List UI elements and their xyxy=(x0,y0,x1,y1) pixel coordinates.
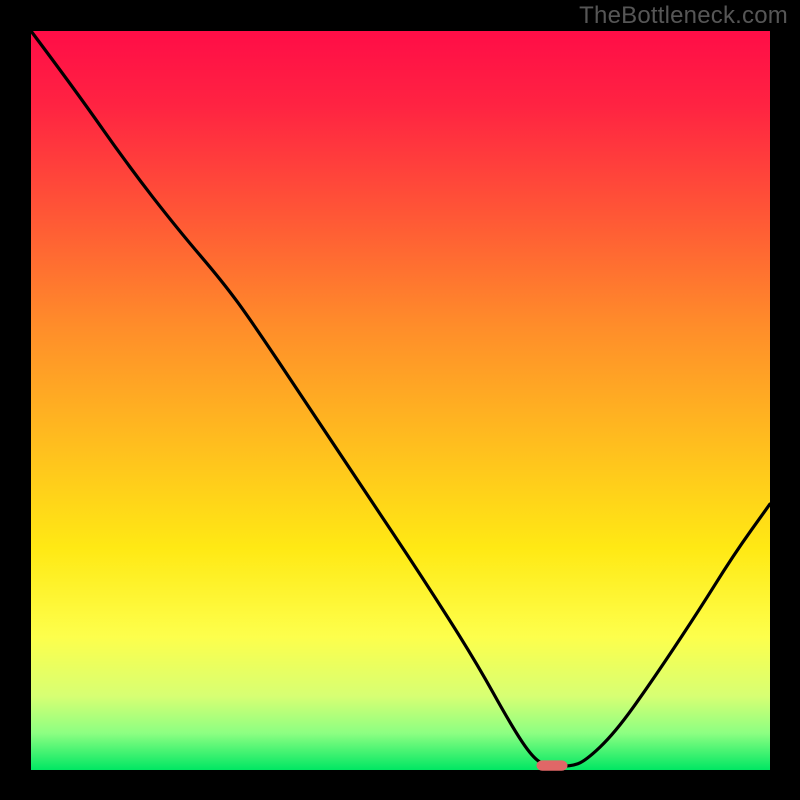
chart-frame: TheBottleneck.com xyxy=(0,0,800,800)
optimal-marker xyxy=(537,760,568,770)
plot-background xyxy=(31,31,770,770)
bottleneck-chart xyxy=(0,0,800,800)
